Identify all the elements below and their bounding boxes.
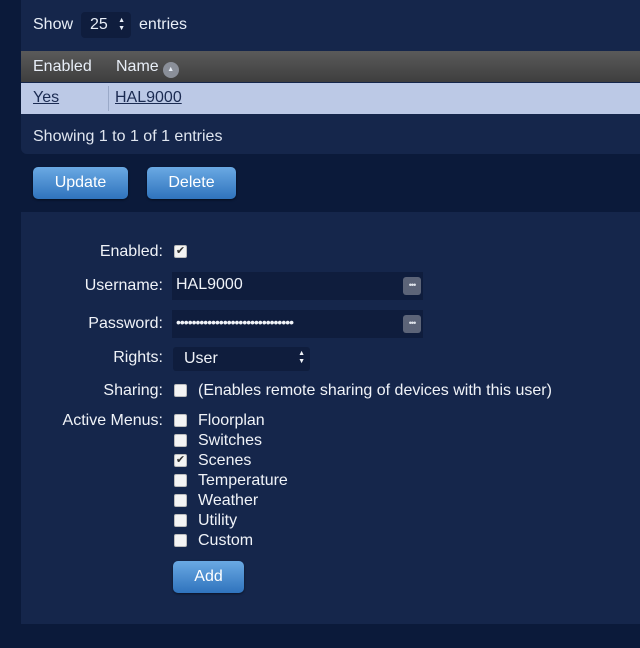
enabled-checkbox[interactable]: ✔	[174, 245, 187, 258]
cell-divider	[108, 86, 109, 111]
entries-length-control: Show 25 ▲ ▼ entries	[33, 11, 187, 39]
menu-label-temperature: Temperature	[198, 472, 288, 489]
column-header-name-label: Name	[116, 57, 159, 75]
row-name-link[interactable]: HAL9000	[115, 89, 182, 107]
table-info: Showing 1 to 1 of 1 entries	[33, 128, 223, 145]
table-header: Enabled Name ▲	[21, 51, 640, 82]
menu-label-floorplan: Floorplan	[198, 412, 265, 429]
menu-checkbox-weather[interactable]	[174, 494, 187, 507]
update-button[interactable]: Update	[33, 167, 128, 199]
ellipsis-icon[interactable]: •••	[403, 315, 421, 333]
menu-checkbox-utility[interactable]	[174, 514, 187, 527]
delete-button[interactable]: Delete	[147, 167, 236, 199]
menu-label-utility: Utility	[198, 512, 238, 529]
menu-checkbox-temperature[interactable]	[174, 474, 187, 487]
username-input[interactable]: HAL9000 •••	[172, 272, 423, 300]
sharing-note: (Enables remote sharing of devices with …	[198, 382, 552, 399]
user-form-panel: Enabled: ✔ Username: HAL9000 ••• Passwor…	[21, 212, 640, 624]
up-down-arrows-icon: ▲ ▼	[118, 17, 126, 32]
active-menus-label: Active Menus:	[62, 412, 163, 429]
add-button[interactable]: Add	[173, 561, 244, 593]
sharing-label: Sharing:	[103, 382, 163, 399]
sort-ascending-icon[interactable]: ▲	[162, 61, 179, 78]
entries-length-value: 25	[90, 16, 108, 33]
table-row[interactable]: Yes HAL9000	[21, 83, 640, 114]
column-header-name[interactable]: Name ▲	[116, 56, 179, 78]
rights-label: Rights:	[113, 349, 163, 366]
row-enabled-link[interactable]: Yes	[33, 89, 59, 107]
show-label: Show	[33, 16, 74, 33]
column-header-enabled[interactable]: Enabled	[33, 58, 92, 76]
entries-length-select[interactable]: 25 ▲ ▼	[81, 12, 132, 38]
menu-checkbox-floorplan[interactable]	[174, 414, 187, 427]
up-down-arrows-icon: ▲ ▼	[298, 350, 305, 365]
ellipsis-icon[interactable]: •••	[403, 277, 421, 295]
password-input[interactable]: •••••••••••••••••••••••••••••• •••	[172, 310, 423, 338]
menu-label-scenes: Scenes	[198, 452, 252, 469]
rights-select[interactable]: User ▲ ▼	[173, 347, 310, 371]
entries-label: entries	[139, 16, 188, 33]
checkmark-icon: ✔	[175, 454, 186, 466]
username-value: HAL9000	[176, 276, 243, 293]
password-value: ••••••••••••••••••••••••••••••	[176, 314, 294, 330]
password-label: Password:	[88, 315, 163, 332]
menu-checkbox-switches[interactable]	[174, 434, 187, 447]
enabled-label: Enabled:	[99, 243, 163, 260]
menu-label-weather: Weather	[198, 492, 259, 509]
users-table-panel: Show 25 ▲ ▼ entries Enabled Name ▲ Yes HA…	[21, 0, 640, 154]
menu-label-switches: Switches	[198, 432, 263, 449]
sharing-checkbox[interactable]	[174, 384, 187, 397]
rights-value: User	[184, 350, 218, 367]
checkmark-icon: ✔	[175, 245, 186, 257]
username-label: Username:	[84, 277, 163, 294]
menu-checkbox-scenes[interactable]: ✔	[174, 454, 187, 467]
menu-checkbox-custom[interactable]	[174, 534, 187, 547]
menu-label-custom: Custom	[198, 532, 254, 549]
